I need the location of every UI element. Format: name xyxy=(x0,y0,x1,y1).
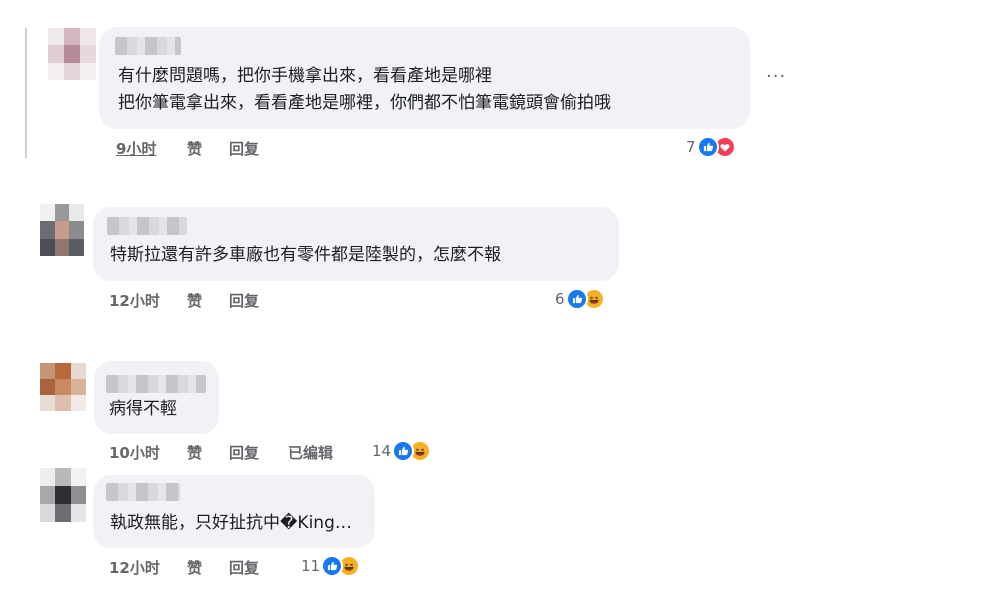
comment-text-line: 有什麼問題嗎，把你手機拿出來，看看產地是哪裡 xyxy=(118,66,492,86)
timestamp[interactable]: 10小时 xyxy=(109,442,160,463)
comment-bubble: 病得不輕 xyxy=(94,361,219,434)
like-icon xyxy=(392,440,415,462)
more-options-icon[interactable]: ··· xyxy=(766,66,786,87)
reaction-summary[interactable]: 14 xyxy=(372,440,432,462)
timestamp[interactable]: 12小时 xyxy=(109,557,160,578)
reply-button[interactable]: 回复 xyxy=(229,290,259,311)
author-name-blurred[interactable] xyxy=(106,483,180,501)
reply-thread-line xyxy=(25,28,27,158)
comment-bubble: 特斯拉還有許多車廠也有零件都是陸製的，怎麼不報 xyxy=(93,207,619,281)
reaction-summary[interactable]: 6 xyxy=(555,288,605,310)
reply-button[interactable]: 回复 xyxy=(229,557,259,578)
timestamp-link[interactable]: 9小时 xyxy=(116,138,156,159)
like-button[interactable]: 赞 xyxy=(187,442,202,463)
reaction-count: 11 xyxy=(301,557,321,575)
like-icon xyxy=(565,288,588,310)
author-name-blurred[interactable] xyxy=(106,375,206,393)
comment-bubble: 有什麼問題嗎，把你手機拿出來，看看產地是哪裡 把你筆電拿出來，看看產地是哪裡，你… xyxy=(99,27,750,129)
like-button[interactable]: 赞 xyxy=(187,557,202,578)
reaction-count: 6 xyxy=(555,290,565,308)
reply-button[interactable]: 回复 xyxy=(229,442,259,463)
author-name-blurred[interactable] xyxy=(115,37,181,55)
like-icon xyxy=(321,555,344,577)
reply-button[interactable]: 回复 xyxy=(229,138,259,159)
comment-bubble: 執政無能，只好扯抗中�King… xyxy=(93,475,375,548)
edited-label: 已编辑 xyxy=(288,444,334,462)
avatar[interactable] xyxy=(48,28,96,80)
comment-text-line: 執政無能，只好扯抗中�King… xyxy=(110,513,352,533)
reaction-summary[interactable]: 7 xyxy=(686,136,736,158)
comment-text-line: 病得不輕 xyxy=(109,399,177,419)
like-button[interactable]: 赞 xyxy=(187,290,202,311)
comment-text-line: 特斯拉還有許多車廠也有零件都是陸製的，怎麼不報 xyxy=(110,245,501,265)
reaction-summary[interactable]: 11 xyxy=(301,555,361,577)
reaction-count: 14 xyxy=(372,442,392,460)
avatar[interactable] xyxy=(40,363,86,411)
timestamp[interactable]: 12小时 xyxy=(109,290,160,311)
reaction-count: 7 xyxy=(686,138,696,156)
like-button[interactable]: 赞 xyxy=(187,138,202,159)
avatar[interactable] xyxy=(40,204,84,256)
comment-text-line: 把你筆電拿出來，看看產地是哪裡，你們都不怕筆電鏡頭會偷拍哦 xyxy=(118,93,611,113)
like-icon xyxy=(696,136,719,158)
avatar[interactable] xyxy=(40,468,86,522)
author-name-blurred[interactable] xyxy=(107,217,187,235)
